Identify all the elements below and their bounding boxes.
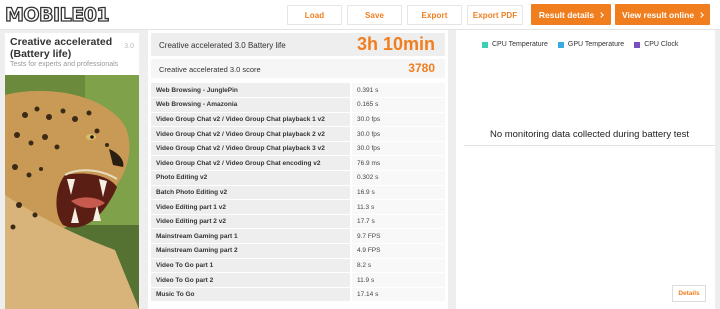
subtest-value: 30.0 fps [350,126,445,142]
cpu-temperature-swatch [482,41,488,48]
subtest-name: Web Browsing - JunglePin [151,83,351,99]
subtest-value: 11.3 s [350,199,445,215]
table-row: Web Browsing - JunglePin 0.391 s [151,83,445,99]
subtest-name: Mainstream Gaming part 2 [151,243,351,259]
load-button[interactable]: Load [287,5,342,25]
monitoring-panel: CPU Temperature GPU Temperature CPU Cloc… [456,30,715,309]
battery-life-value: 3h 10min [356,34,435,54]
subtest-value: 30.0 fps [350,141,445,157]
subtest-name: Batch Photo Editing v2 [151,185,351,201]
subtest-name: Mainstream Gaming part 1 [151,228,351,245]
mobile01-logo: MOBILE01 [4,2,128,26]
top-bar: MOBILE01 Load Save Export Export PDF Res… [0,0,720,30]
main-area: Creative accelerated (Battery life) 3.0 … [0,30,720,309]
view-result-online-label: View result online [621,9,695,20]
subtest-value: 30.0 fps [350,112,445,128]
details-button[interactable]: Details [672,285,706,302]
subtest-name: Video To Go part 2 [151,272,351,288]
no-monitoring-message: No monitoring data collected during batt… [464,130,715,146]
table-row: Video Group Chat v2 / Video Group Chat e… [151,155,445,172]
subtest-name: Video Editing part 1 v2 [151,199,351,215]
results-panel: Creative accelerated 3.0 Battery life 3h… [148,30,448,309]
table-row: Video Group Chat v2 / Video Group Chat p… [151,126,445,142]
view-result-online-button[interactable]: View result online [615,4,710,25]
table-row: Video To Go part 2 11.9 s [151,272,445,288]
subtest-value: 0.391 s [350,83,445,99]
table-row: Video Editing part 2 v2 17.7 s [151,214,445,230]
legend-cpu-clock[interactable]: CPU Clock [634,41,678,48]
subtest-value: 17.14 s [350,287,445,303]
table-row: Web Browsing - Amazonia 0.165 s [151,97,445,113]
legend-label: CPU Clock [644,41,679,48]
legend-label: GPU Temperature [567,41,625,48]
subtest-name: Web Browsing - Amazonia [151,97,351,113]
test-version: 3.0 [124,43,134,50]
battery-life-result: Creative accelerated 3.0 Battery life 3h… [151,33,445,56]
test-subtitle: Tests for experts and professionals [10,61,119,68]
legend-gpu-temperature[interactable]: GPU Temperature [557,41,625,48]
save-button[interactable]: Save [347,5,402,25]
table-row: Video To Go part 1 8.2 s [151,258,445,274]
subtest-name: Video Editing part 2 v2 [151,214,351,230]
export-button[interactable]: Export [407,5,462,25]
subtest-value: 4.9 FPS [350,243,445,259]
logo-wordmark: MOBILE01 [5,4,109,26]
table-row: Music To Go 17.14 s [151,287,445,303]
subtest-value: 0.165 s [350,97,445,113]
subtest-name: Photo Editing v2 [151,170,351,186]
legend-label: CPU Temperature [492,41,548,48]
score-result: Creative accelerated 3.0 score 3780 [151,59,445,78]
subtest-value: 17.7 s [350,214,445,230]
subtest-value: 76.9 ms [350,155,445,172]
subtest-name: Video Group Chat v2 / Video Group Chat e… [151,155,351,172]
subtest-name: Video Group Chat v2 / Video Group Chat p… [151,112,351,128]
gpu-temperature-swatch [557,41,564,48]
score-label: Creative accelerated 3.0 score [159,65,261,74]
subtest-value: 0.302 s [350,170,445,186]
test-info-panel: Creative accelerated (Battery life) 3.0 … [5,33,139,309]
leopard-image [5,75,139,309]
chevron-right-icon [698,11,704,18]
legend-cpu-temperature[interactable]: CPU Temperature [482,41,548,48]
export-pdf-button[interactable]: Export PDF [467,5,523,25]
table-row: Mainstream Gaming part 2 4.9 FPS [151,243,445,259]
chevron-right-icon [598,11,604,18]
table-row: Video Editing part 1 v2 11.3 s [151,199,445,215]
subtest-name: Video Group Chat v2 / Video Group Chat p… [151,126,351,142]
table-row: Video Group Chat v2 / Video Group Chat p… [151,112,445,128]
subtest-value: 8.2 s [350,258,445,274]
subtest-table: Web Browsing - JunglePin 0.391 s Web Brow… [151,83,445,303]
subtest-value: 16.9 s [350,185,445,201]
table-row: Photo Editing v2 0.302 s [151,170,445,186]
subtest-name: Music To Go [151,287,351,303]
subtest-name: Video Group Chat v2 / Video Group Chat p… [151,141,351,157]
cpu-clock-swatch [634,41,641,48]
subtest-value: 9.7 FPS [350,228,445,245]
table-row: Video Group Chat v2 / Video Group Chat p… [151,141,445,157]
table-row: Batch Photo Editing v2 16.9 s [151,185,445,201]
score-value: 3780 [408,61,435,75]
subtest-value: 11.9 s [350,272,445,288]
subtest-name: Video To Go part 1 [151,258,351,274]
battery-life-label: Creative accelerated 3.0 Battery life [159,41,286,50]
result-details-button[interactable]: Result details [531,4,611,25]
table-row: Mainstream Gaming part 1 9.7 FPS [151,228,445,245]
test-title: Creative accelerated (Battery life) [10,36,113,60]
monitoring-legend: CPU Temperature GPU Temperature CPU Cloc… [482,41,688,48]
result-details-label: Result details [538,9,595,20]
